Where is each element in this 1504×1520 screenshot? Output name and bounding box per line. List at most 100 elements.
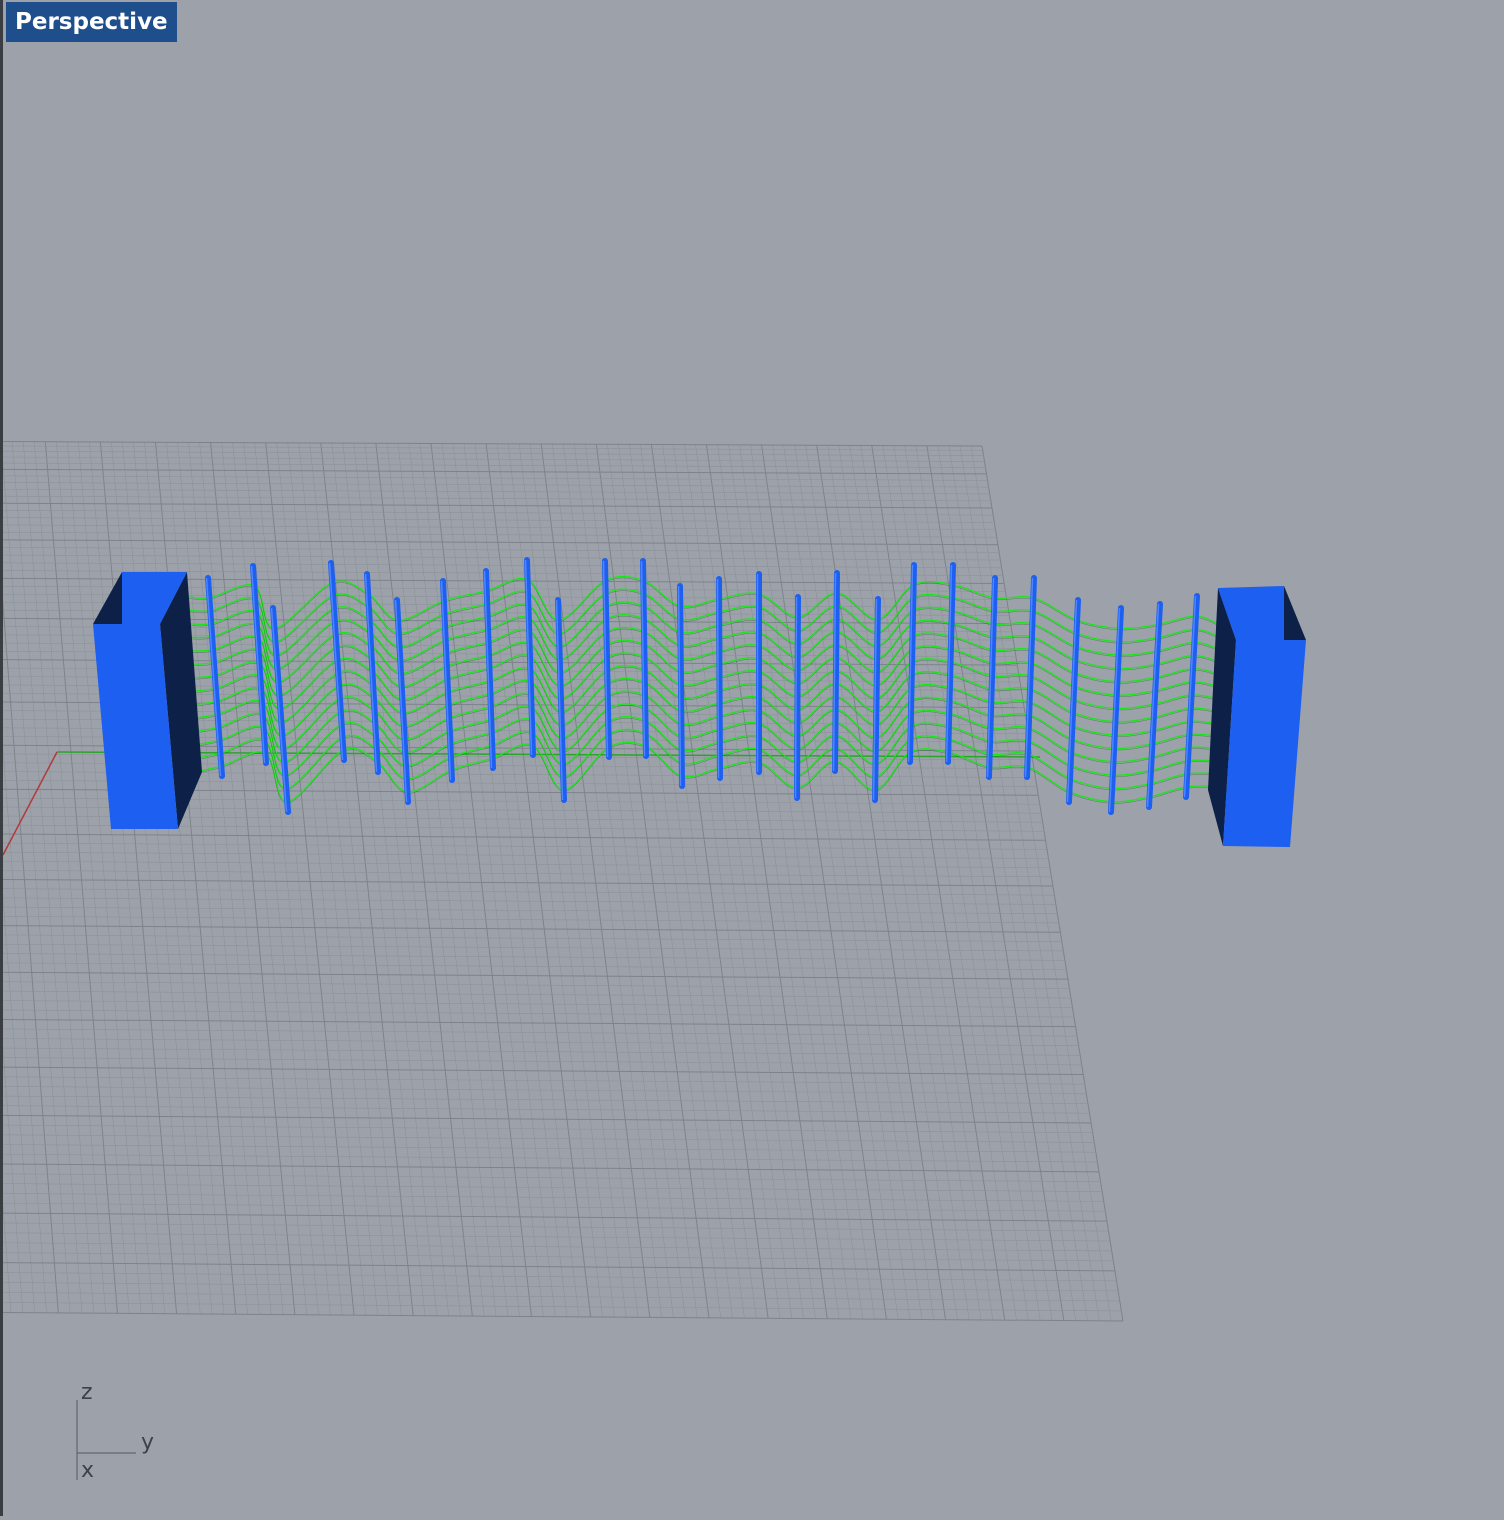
grid-line xyxy=(982,446,1123,1321)
axis-label-x: x xyxy=(81,1458,94,1483)
grid-line xyxy=(0,1312,1123,1321)
grid-line xyxy=(0,1222,1109,1231)
grid-line xyxy=(299,443,390,1316)
grid-line xyxy=(0,843,1047,850)
grid-line xyxy=(607,444,720,1318)
grid-line xyxy=(0,510,993,515)
grid-line xyxy=(0,972,1068,979)
grid-line xyxy=(0,1213,1107,1222)
post xyxy=(1027,578,1034,777)
grid-line xyxy=(0,517,994,522)
grid-line xyxy=(486,444,591,1317)
grid-line xyxy=(508,444,614,1317)
grid-line xyxy=(0,934,1062,941)
grid-line xyxy=(244,443,331,1315)
grid-line xyxy=(596,444,709,1318)
grid-line xyxy=(277,443,366,1315)
grid-line xyxy=(861,445,993,1320)
grid-line xyxy=(178,442,260,1314)
grid-line xyxy=(0,907,1057,914)
post xyxy=(1149,604,1160,807)
grid-line xyxy=(0,532,997,537)
grid-line xyxy=(0,879,1053,886)
grid-line xyxy=(12,442,82,1313)
grid-line xyxy=(34,442,105,1314)
grid-line xyxy=(0,888,1054,895)
viewport-title-tab[interactable]: Perspective xyxy=(6,2,177,42)
grid-line xyxy=(23,442,94,1314)
grid-line xyxy=(960,446,1099,1321)
grid-line xyxy=(673,445,791,1319)
post xyxy=(367,574,378,772)
grid-line xyxy=(905,446,1040,1321)
grid-line xyxy=(0,1009,1074,1017)
grid-line xyxy=(0,445,983,450)
post xyxy=(486,571,493,768)
grid-line xyxy=(0,897,1056,904)
grid-line xyxy=(718,445,840,1319)
axis-label-z: z xyxy=(81,1380,93,1405)
grid-line xyxy=(0,1019,1076,1027)
grid-line xyxy=(0,524,995,529)
grid-line xyxy=(497,444,602,1317)
grid-line xyxy=(376,443,472,1316)
grid-line xyxy=(0,944,1063,951)
grid-line xyxy=(684,445,803,1319)
post xyxy=(719,579,720,778)
grid-line xyxy=(629,444,744,1318)
grid-line xyxy=(519,444,626,1317)
axis-label-y: y xyxy=(141,1430,154,1455)
grid-line xyxy=(0,916,1059,923)
grid-line xyxy=(541,444,650,1317)
grid-line xyxy=(0,1292,1120,1301)
grid-line xyxy=(0,441,35,1312)
grid-line xyxy=(0,441,982,446)
grid-line xyxy=(0,1232,1110,1241)
perspective-viewport[interactable] xyxy=(0,0,1504,1516)
grid-line xyxy=(938,446,1076,1321)
grid-line xyxy=(707,445,828,1319)
grid-line xyxy=(0,1048,1080,1056)
grid-line xyxy=(0,925,1060,932)
grid-line xyxy=(189,442,272,1314)
grid-line xyxy=(0,442,58,1313)
grid-line xyxy=(0,1203,1105,1211)
post-highlight xyxy=(718,579,719,778)
grid-line xyxy=(0,451,984,456)
grid-line xyxy=(0,1057,1082,1065)
grid-line xyxy=(0,833,1046,840)
grid-line xyxy=(0,547,999,552)
grid-line xyxy=(563,444,673,1317)
grid-line xyxy=(0,1282,1118,1291)
x-axis-line xyxy=(3,752,57,855)
grid-line xyxy=(0,503,992,508)
grid-line xyxy=(971,446,1111,1321)
scene-canvas[interactable] xyxy=(0,0,1504,1516)
grid-line xyxy=(0,981,1069,988)
grid-line xyxy=(762,445,887,1319)
grid-line xyxy=(729,445,851,1319)
post xyxy=(797,597,798,798)
right-channel-notch xyxy=(1284,586,1306,640)
grid-line xyxy=(530,444,638,1317)
grid-line xyxy=(45,442,117,1314)
grid-line xyxy=(0,953,1065,960)
grid-line xyxy=(640,444,756,1318)
grid-line xyxy=(662,445,780,1319)
grid-line xyxy=(1,442,70,1313)
grid-line xyxy=(0,1038,1079,1046)
grid-line xyxy=(0,456,984,461)
grid-line xyxy=(310,443,402,1316)
grid-line xyxy=(56,442,129,1314)
grid-line xyxy=(949,446,1088,1321)
curve-shadow xyxy=(185,591,1222,644)
grid-line xyxy=(0,1242,1112,1251)
grid-line xyxy=(332,443,425,1316)
grid-line xyxy=(0,496,991,501)
grid-line xyxy=(464,444,567,1317)
grid-line xyxy=(233,443,319,1315)
left-channel-notch xyxy=(93,572,122,624)
grid-line xyxy=(0,1272,1117,1281)
grid-line xyxy=(695,445,815,1319)
grid-line xyxy=(0,539,998,544)
